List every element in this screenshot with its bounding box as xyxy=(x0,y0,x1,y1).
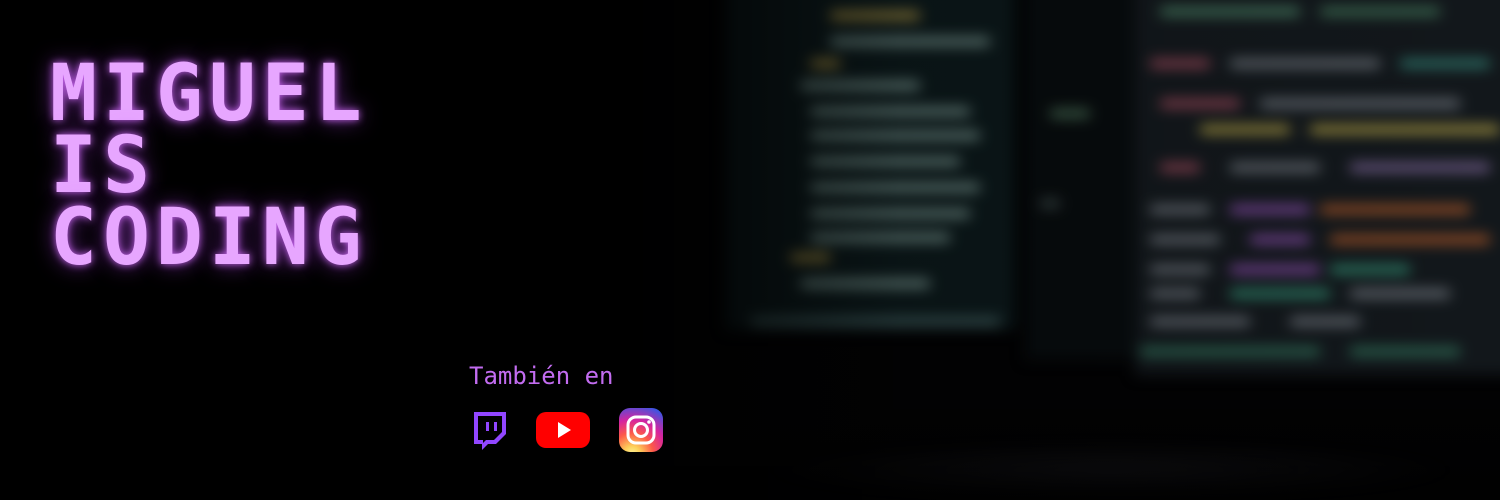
title-line-1: Miguel xyxy=(50,49,368,139)
profile-banner: Miguel is coding También en xyxy=(0,0,1500,500)
bottom-fade xyxy=(0,380,1500,500)
title-line-3: coding xyxy=(50,193,368,283)
title-line-2: is xyxy=(50,121,156,211)
twitch-icon[interactable] xyxy=(470,412,508,456)
instagram-icon[interactable] xyxy=(619,408,663,456)
social-links xyxy=(470,408,670,456)
youtube-icon[interactable] xyxy=(536,410,590,454)
also-on-label: También en xyxy=(469,362,614,390)
banner-title: Miguel is coding xyxy=(50,49,368,283)
